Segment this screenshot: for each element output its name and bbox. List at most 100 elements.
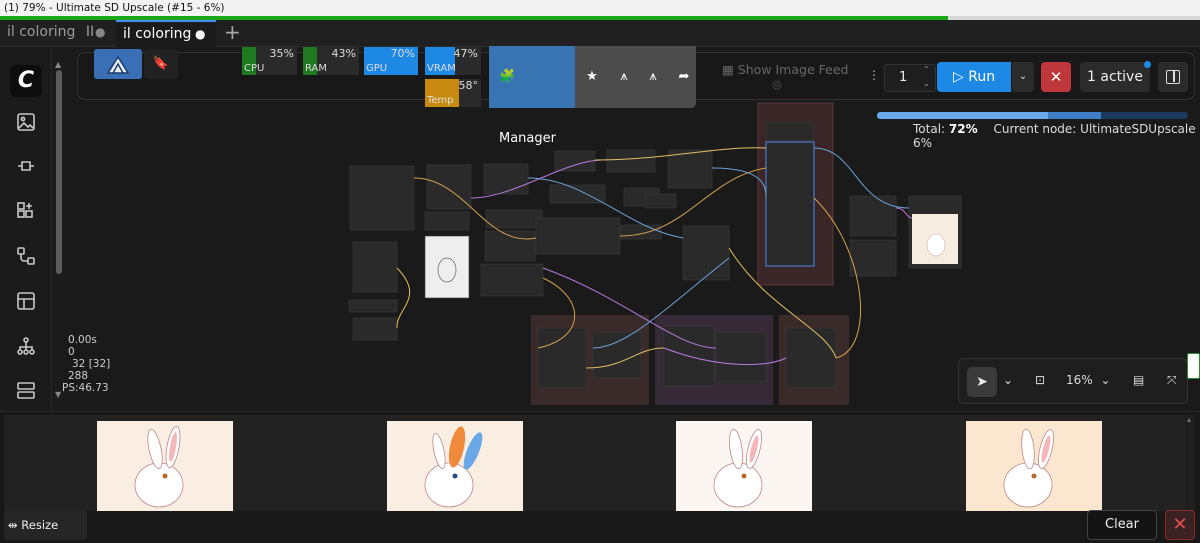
comfy-logo-icon[interactable]: C xyxy=(10,65,42,97)
pointer-icon[interactable]: ➤ xyxy=(967,367,997,397)
close-feed-icon[interactable]: ✕ xyxy=(1165,510,1195,540)
graph-node[interactable] xyxy=(549,184,606,204)
graph-node[interactable] xyxy=(606,149,656,173)
workflows-icon[interactable] xyxy=(14,244,38,268)
run-options-chevron-icon[interactable]: ⌄ xyxy=(1012,62,1034,92)
resize-feed-button[interactable]: ⇹ Resize Feed xyxy=(4,510,87,540)
graph-node[interactable] xyxy=(715,331,767,383)
decrement-icon[interactable]: ⌄ xyxy=(923,79,930,88)
graph-node[interactable] xyxy=(537,327,587,389)
total-label: Total: xyxy=(913,122,946,136)
layout-icon[interactable] xyxy=(14,378,38,402)
feed-image[interactable] xyxy=(966,421,1102,511)
increment-icon[interactable]: ⌃ xyxy=(923,65,930,74)
scroll-down-icon[interactable]: ▼ xyxy=(55,390,61,399)
stat-line: PS:46.73 xyxy=(62,382,109,394)
stat-line: 0.00s xyxy=(68,334,97,346)
graph-node[interactable] xyxy=(352,317,398,341)
monitor-value: 35% xyxy=(269,47,294,60)
share-icon[interactable]: ➦ xyxy=(675,68,693,86)
monitor-value: 43% xyxy=(331,47,356,60)
minimap-icon[interactable]: ▤ xyxy=(1133,373,1144,387)
chevron-down-icon[interactable]: ⌄ xyxy=(1003,373,1013,387)
model-share-icon[interactable]: ⩚ xyxy=(644,68,662,86)
workflow-thumbnail[interactable] xyxy=(94,49,142,79)
graph-node[interactable] xyxy=(480,263,544,297)
bunny-preview-icon xyxy=(926,233,946,257)
graph-node-upscale[interactable] xyxy=(765,141,815,267)
bunny-image-4 xyxy=(966,421,1102,511)
unsaved-dot-icon[interactable]: ● xyxy=(195,22,205,47)
manager-label: Manager xyxy=(499,131,556,146)
fit-view-icon[interactable]: ⊡ xyxy=(1035,373,1045,387)
graph-node[interactable] xyxy=(667,149,713,189)
image-feed-icon: ▦ xyxy=(722,62,734,77)
canvas-controls: ➤ ⌄ ⊡ 16% ⌄ ▤ ⤧ xyxy=(958,358,1188,404)
feed-scrollbar[interactable] xyxy=(1187,415,1195,511)
monitor-gpu: GPU 70% xyxy=(364,47,418,75)
bookmark-icon[interactable]: 🔖 xyxy=(144,49,178,79)
zoom-level[interactable]: 16% ⌄ xyxy=(1066,373,1111,387)
graph-node[interactable] xyxy=(424,211,470,231)
workflow-tab-1[interactable]: il coloring II ● xyxy=(0,20,114,47)
graph-node[interactable] xyxy=(485,209,543,229)
sidebar-scrollbar[interactable] xyxy=(56,70,62,274)
monitor-label: GPU xyxy=(366,63,388,74)
monitor-value: 47% xyxy=(453,47,478,60)
graph-node[interactable] xyxy=(620,224,662,240)
clear-feed-button[interactable]: Clear xyxy=(1087,510,1157,540)
workflow-share-icon[interactable]: ⩚ xyxy=(615,68,633,86)
stat-line: 32 [32] xyxy=(72,358,111,370)
new-tab-icon[interactable]: + xyxy=(224,20,241,46)
link-visibility-icon[interactable]: ⤧ xyxy=(1167,373,1177,388)
graph-node[interactable] xyxy=(785,327,837,389)
graph-node[interactable] xyxy=(349,165,415,231)
graph-node[interactable] xyxy=(645,193,677,209)
manager-button[interactable]: 🧩 Manager xyxy=(489,46,575,146)
unsaved-dot-icon[interactable]: ● xyxy=(95,20,105,45)
workflow-tab-2[interactable]: il coloring ● xyxy=(116,20,216,47)
run-button[interactable]: ▷ Run xyxy=(937,62,1011,92)
node-library-icon[interactable] xyxy=(14,199,38,223)
image-icon[interactable] xyxy=(14,110,38,134)
interrupt-button[interactable]: ✕ xyxy=(1041,62,1071,92)
image-feed: ⇹ Resize Feed Clear ✕ xyxy=(0,411,1200,543)
graph-node[interactable] xyxy=(348,299,398,313)
side-status-indicator[interactable] xyxy=(1187,353,1200,379)
stat-line: 0 xyxy=(68,346,75,358)
monitor-value: 58° xyxy=(458,79,479,92)
resize-icon: ⇹ xyxy=(8,518,18,532)
star-icon[interactable]: ★ xyxy=(583,68,601,86)
show-image-feed-button[interactable]: ▦ Show Image Feed xyxy=(722,62,848,77)
graph-node[interactable] xyxy=(682,225,730,281)
bunny-image-3 xyxy=(676,421,812,511)
tab-label: il coloring xyxy=(123,26,192,42)
total-value: 72% xyxy=(948,122,978,136)
node-progress-fill xyxy=(877,112,1049,119)
monitor-value: 70% xyxy=(390,47,415,60)
toggle-panel-icon[interactable] xyxy=(1158,62,1188,92)
graph-node[interactable] xyxy=(765,121,815,141)
graph-node[interactable] xyxy=(849,195,897,237)
puzzle-icon: 🧩 xyxy=(499,69,516,84)
graph-node[interactable] xyxy=(426,164,472,210)
scroll-up-icon[interactable]: ▲ xyxy=(55,60,61,69)
batch-count-input[interactable]: 1 ⌃ ⌄ xyxy=(884,64,936,92)
feed-toggle-icon: ◎ xyxy=(772,78,782,91)
feed-image[interactable] xyxy=(387,421,523,511)
templates-icon[interactable] xyxy=(14,289,38,313)
queue-active-button[interactable]: 1 active xyxy=(1080,62,1150,92)
graph-node-image[interactable] xyxy=(424,235,470,299)
graph-node[interactable] xyxy=(592,331,642,379)
graph-node[interactable] xyxy=(352,241,398,293)
feed-image[interactable] xyxy=(676,421,812,511)
workflow-logo-icon xyxy=(106,55,130,74)
model-library-icon[interactable] xyxy=(14,154,38,178)
graph-node[interactable] xyxy=(535,217,621,255)
queue-tree-icon[interactable] xyxy=(14,334,38,358)
graph-node[interactable] xyxy=(849,239,897,277)
feed-image[interactable] xyxy=(97,421,233,511)
run-label: Run xyxy=(968,69,996,85)
execution-progress-track xyxy=(877,112,1188,119)
manager-toolbar: 🧩 Manager ★ ⩚ ⩚ ➦ xyxy=(489,46,696,146)
